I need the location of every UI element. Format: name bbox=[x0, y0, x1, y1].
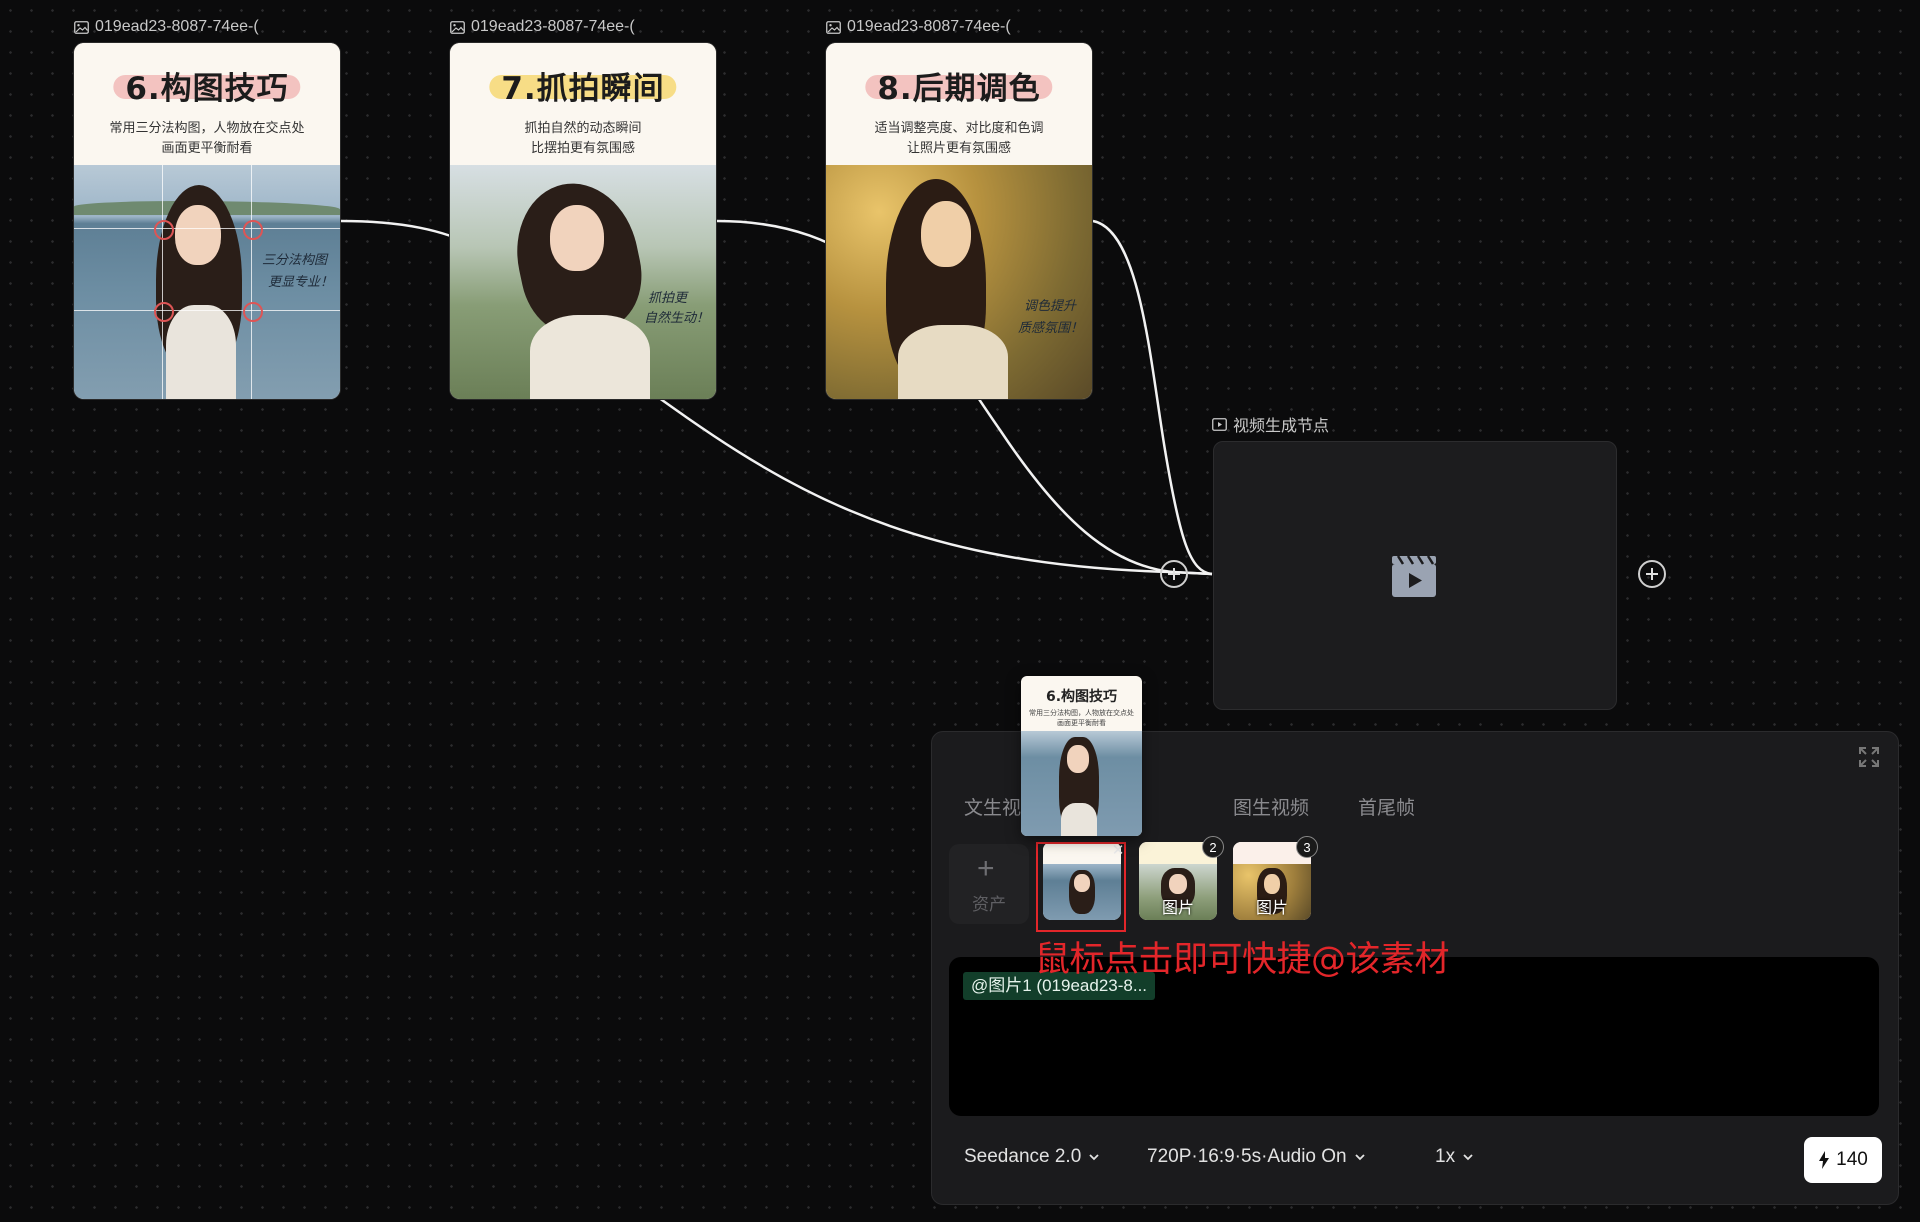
input-connector-plus-icon[interactable] bbox=[1160, 560, 1188, 588]
tab-image-to-video[interactable]: 图生视频 bbox=[1233, 787, 1309, 831]
card-title: 7.抓拍瞬间 bbox=[483, 63, 682, 108]
generate-button[interactable]: 140 bbox=[1804, 1137, 1882, 1183]
image-node-label: 019ead23-8087-74ee-( bbox=[826, 17, 1011, 37]
chevron-down-icon bbox=[1354, 1154, 1365, 1161]
chevron-down-icon bbox=[1089, 1154, 1099, 1161]
tab-text-to-video[interactable]: 文生视 bbox=[964, 787, 1021, 831]
clapperboard-icon bbox=[1392, 555, 1436, 597]
card-subtitle: 画面更平衡耐看 bbox=[161, 140, 253, 155]
image-icon bbox=[74, 20, 89, 34]
card-subtitle: 抓拍自然的动态瞬间 bbox=[524, 120, 642, 135]
thumbnail-badge: 3 bbox=[1296, 836, 1318, 858]
settings-selector[interactable]: 720P·16:9·5s·Audio On bbox=[1147, 1142, 1365, 1172]
video-node-label: 视频生成节点 bbox=[1212, 414, 1330, 435]
video-node-icon bbox=[1212, 417, 1227, 431]
card-header: 8.后期调色 适当调整亮度、对比度和色调 让照片更有氛围感 bbox=[826, 43, 1092, 165]
model-name: Seedance 2.0 bbox=[964, 1146, 1082, 1167]
card-title: 8.后期调色 bbox=[859, 63, 1058, 108]
image-node-label: 019ead23-8087-74ee-( bbox=[450, 17, 635, 37]
image-node-label: 019ead23-8087-74ee-( bbox=[74, 17, 259, 37]
handwritten-note: 质感氛围！ bbox=[1018, 321, 1084, 336]
card-photo: 抓拍更 自然生动！ bbox=[450, 165, 716, 399]
card-header: 6.构图技巧 常用三分法构图，人物放在交点处 画面更平衡耐看 bbox=[74, 43, 340, 165]
card-subtitle: 让照片更有氛围感 bbox=[906, 140, 1011, 155]
add-asset-button[interactable]: + 资产 bbox=[949, 844, 1029, 924]
handwritten-note: 抓拍更 bbox=[648, 291, 688, 306]
speed-text: 1x bbox=[1435, 1146, 1456, 1167]
card-photo: 三分法构图 更显专业！ bbox=[74, 165, 340, 399]
card-subtitle: 适当调整亮度、对比度和色调 bbox=[874, 120, 1044, 135]
node-id-text: 019ead23-8087-74ee-( bbox=[847, 18, 1011, 35]
handwritten-note: 三分法构图 bbox=[262, 253, 328, 268]
node-id-text: 019ead23-8087-74ee-( bbox=[471, 18, 635, 35]
image-icon bbox=[450, 20, 465, 34]
annotation-text: 鼠标点击即可快捷@该素材 bbox=[1035, 940, 1450, 980]
tab-first-last-frame[interactable]: 首尾帧 bbox=[1358, 787, 1415, 831]
image-icon bbox=[826, 20, 841, 34]
drag-preview-card[interactable]: 6.构图技巧 常用三分法构图，人物放在交点处 画面更平衡耐看 bbox=[1021, 676, 1142, 836]
thumbnail-label: 图片 bbox=[1161, 900, 1194, 917]
thumbnail-label: 图片 bbox=[1255, 900, 1288, 917]
image-node-card[interactable]: 8.后期调色 适当调整亮度、对比度和色调 让照片更有氛围感 调色提升 质感氛围！ bbox=[826, 43, 1092, 399]
card-header: 7.抓拍瞬间 抓拍自然的动态瞬间 比摆拍更有氛围感 bbox=[450, 43, 716, 165]
card-photo: 调色提升 质感氛围！ bbox=[826, 165, 1092, 399]
handwritten-note: 调色提升 bbox=[1024, 299, 1077, 314]
image-node-card[interactable]: 6.构图技巧 常用三分法构图，人物放在交点处 画面更平衡耐看 三分法构图 更显专… bbox=[74, 43, 340, 399]
card-subtitle: 常用三分法构图，人物放在交点处 bbox=[109, 120, 305, 135]
expand-icon[interactable] bbox=[1858, 746, 1880, 768]
card-title: 6.构图技巧 bbox=[107, 63, 306, 108]
speed-selector[interactable]: 1x bbox=[1435, 1142, 1473, 1172]
image-node-card[interactable]: 7.抓拍瞬间 抓拍自然的动态瞬间 比摆拍更有氛围感 抓拍更 自然生动！ bbox=[450, 43, 716, 399]
card-subtitle: 比摆拍更有氛围感 bbox=[530, 140, 635, 155]
settings-text: 720P·16:9·5s·Audio On bbox=[1147, 1146, 1347, 1167]
remove-thumbnail-icon[interactable]: ✕ bbox=[1110, 843, 1126, 859]
model-selector[interactable]: Seedance 2.0 bbox=[964, 1142, 1099, 1172]
thumbnail-badge: 2 bbox=[1202, 836, 1224, 858]
credit-cost: 140 bbox=[1836, 1149, 1868, 1170]
preview-subtitle: 常用三分法构图，人物放在交点处 bbox=[1029, 710, 1134, 717]
node-id-text: 019ead23-8087-74ee-( bbox=[95, 18, 259, 35]
video-generation-node[interactable] bbox=[1213, 441, 1617, 710]
preview-title: 6.构图技巧 bbox=[1045, 689, 1118, 705]
add-asset-label: 资产 bbox=[972, 895, 1006, 914]
add-output-node-icon[interactable] bbox=[1638, 560, 1666, 588]
lightning-icon bbox=[1819, 1151, 1830, 1169]
handwritten-note: 更显专业！ bbox=[268, 275, 334, 290]
chevron-down-icon bbox=[1463, 1154, 1473, 1161]
handwritten-note: 自然生动！ bbox=[644, 311, 710, 326]
plus-icon: + bbox=[977, 852, 995, 885]
preview-subtitle: 画面更平衡耐看 bbox=[1057, 720, 1106, 727]
video-node-title: 视频生成节点 bbox=[1233, 418, 1330, 435]
